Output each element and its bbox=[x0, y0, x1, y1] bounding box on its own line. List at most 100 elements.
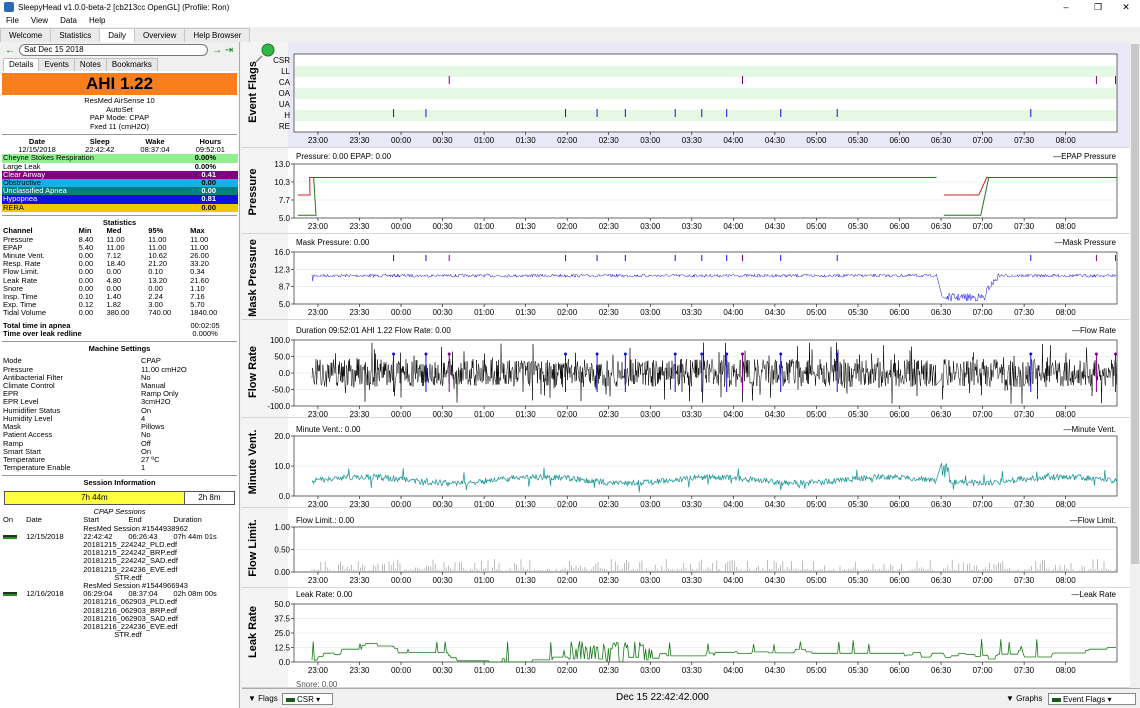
graph-plot-area[interactable] bbox=[293, 163, 1118, 219]
clear-airway-marker-dot bbox=[1114, 352, 1118, 356]
tab-statistics[interactable]: Statistics bbox=[50, 28, 101, 42]
time-tick-label: 06:30 bbox=[931, 308, 952, 317]
subtab-bookmarks[interactable]: Bookmarks bbox=[105, 58, 158, 71]
graphs-toggle[interactable]: ▼ Graphs bbox=[1006, 693, 1042, 705]
time-tick-label: 07:30 bbox=[1014, 576, 1035, 585]
csr-label: CSR bbox=[297, 695, 314, 704]
subtab-details[interactable]: Details bbox=[3, 58, 40, 71]
flag-row-label: LL bbox=[281, 67, 290, 76]
setting-value: 11.00 cmH2O bbox=[141, 364, 187, 374]
time-tick-label: 00:00 bbox=[391, 500, 412, 509]
hypopnea-marker-dot bbox=[725, 352, 729, 356]
time-tick-label: 02:00 bbox=[557, 136, 578, 145]
time-tick-label: 08:00 bbox=[1056, 576, 1077, 585]
event-flags-combo[interactable]: Event Flags ▾ bbox=[1048, 693, 1136, 705]
flags-toggle[interactable]: ▼ Flags bbox=[248, 693, 278, 705]
menu-view[interactable]: View bbox=[25, 16, 54, 25]
time-tick-label: 02:00 bbox=[557, 576, 578, 585]
date-picker[interactable]: Sat Dec 15 2018 bbox=[19, 44, 208, 56]
leak-value: 0.000% bbox=[192, 328, 218, 338]
close-button[interactable]: ✕ bbox=[1112, 0, 1140, 14]
y-tick-label: 0.50 bbox=[274, 546, 290, 555]
time-tick-label: 23:30 bbox=[349, 308, 370, 317]
graph-scrollbar-thumb[interactable] bbox=[1131, 44, 1139, 564]
flag-row-band bbox=[295, 110, 1116, 121]
y-tick-label: -50.0 bbox=[272, 386, 291, 395]
maximize-button[interactable]: ❐ bbox=[1084, 0, 1112, 14]
session-segment-2[interactable]: 2h 8m bbox=[184, 491, 234, 504]
title-bar: SleepyHead v1.0.0-beta-2 [cb213cc OpenGL… bbox=[0, 0, 1140, 14]
time-tick-label: 06:30 bbox=[931, 136, 952, 145]
time-tick-label: 07:00 bbox=[973, 576, 994, 585]
prev-day-arrow-icon[interactable]: ← bbox=[4, 45, 16, 56]
session-duration: 07h 44m 01s bbox=[173, 531, 217, 541]
csr-combo[interactable]: CSR ▾ bbox=[282, 693, 334, 705]
setting-name: Temperature Enable bbox=[3, 463, 71, 473]
hypopnea-marker-dot bbox=[564, 352, 568, 356]
time-tick-label: 05:30 bbox=[848, 576, 869, 585]
session-enabled-icon[interactable] bbox=[2, 590, 25, 598]
last-day-arrow-icon[interactable]: ⇥ bbox=[223, 45, 235, 56]
subtab-notes[interactable]: Notes bbox=[73, 58, 107, 71]
tab-welcome[interactable]: Welcome bbox=[0, 28, 52, 42]
graph-panel: Event Flags CSR LL CA OA UA H RE 23:00 23:30 00:00… bbox=[242, 42, 1140, 688]
setting-value: On bbox=[141, 405, 152, 415]
time-tick-label: 04:30 bbox=[765, 308, 786, 317]
time-tick-label: 08:00 bbox=[1056, 500, 1077, 509]
time-tick-label: 06:30 bbox=[931, 222, 952, 231]
graph-title: Pressure bbox=[247, 168, 259, 215]
event-value: 0.00% bbox=[194, 161, 216, 171]
session-duration: 02h 08m 00s bbox=[173, 589, 217, 599]
graphs-canvas[interactable]: Event Flags CSR LL CA OA UA H RE 23:00 23:30 00:00… bbox=[242, 42, 1140, 688]
event-flags-label: Event Flags bbox=[1063, 695, 1106, 704]
flag-row-band bbox=[295, 88, 1116, 99]
time-tick-label: 05:00 bbox=[806, 308, 827, 317]
time-tick-label: 05:00 bbox=[806, 576, 827, 585]
time-tick-label: 23:30 bbox=[349, 410, 370, 419]
time-tick-label: 01:00 bbox=[474, 308, 495, 317]
menu-file[interactable]: File bbox=[0, 16, 25, 25]
time-tick-label: 01:00 bbox=[474, 136, 495, 145]
time-tick-label: 05:30 bbox=[848, 500, 869, 509]
graph-plot-area[interactable] bbox=[293, 251, 1118, 305]
time-tick-label: 04:30 bbox=[765, 222, 786, 231]
time-tick-label: 00:00 bbox=[391, 576, 412, 585]
time-tick-label: 01:30 bbox=[516, 308, 537, 317]
time-tick-label: 03:00 bbox=[640, 222, 661, 231]
machine-info: ResMed AirSense 10 AutoSet PAP Mode: CPA… bbox=[0, 96, 239, 131]
graph-title: Event Flags bbox=[247, 61, 259, 123]
time-tick-label: 04:00 bbox=[723, 576, 744, 585]
event-index-table: Cheyne Stokes Respiration 0.00% Large Leak… bbox=[2, 154, 238, 212]
menu-help[interactable]: Help bbox=[83, 16, 111, 25]
next-day-arrow-icon[interactable]: → bbox=[211, 45, 223, 56]
setting-value: 3cmH2O bbox=[141, 397, 171, 407]
graph-legend: —Leak Rate bbox=[1072, 590, 1117, 599]
tab-help-browser[interactable]: Help Browser bbox=[184, 28, 251, 42]
y-tick-label: 1.00 bbox=[274, 523, 290, 532]
session-enabled-icon[interactable] bbox=[2, 533, 25, 541]
menu-data[interactable]: Data bbox=[54, 16, 83, 25]
cpap-sessions-table: On Date Start End Duration ResMed Session #15… bbox=[2, 516, 238, 639]
main-tabs: Welcome Statistics Daily Overview Help B… bbox=[0, 28, 251, 43]
time-tick-label: 05:00 bbox=[806, 666, 827, 675]
minimize-button[interactable]: – bbox=[1052, 0, 1080, 14]
time-tick-label: 06:00 bbox=[889, 410, 910, 419]
time-tick-label: 23:00 bbox=[308, 410, 329, 419]
session-segment-1[interactable]: 7h 44m bbox=[5, 491, 185, 504]
statistics-cell: 380.00 bbox=[106, 308, 130, 318]
time-tick-label: 05:00 bbox=[806, 500, 827, 509]
tab-overview[interactable]: Overview bbox=[134, 28, 186, 42]
time-tick-label: 06:00 bbox=[889, 222, 910, 231]
time-tick-label: 07:00 bbox=[973, 136, 994, 145]
time-tick-label: 02:30 bbox=[599, 410, 620, 419]
hypopnea-marker-dot bbox=[424, 352, 428, 356]
subtab-events[interactable]: Events bbox=[38, 58, 75, 71]
session-file-row: STR.edf bbox=[2, 630, 238, 639]
pin-icon[interactable] bbox=[261, 43, 275, 57]
tab-daily[interactable]: Daily bbox=[99, 28, 135, 43]
divider bbox=[2, 340, 237, 342]
graph-legend: —Minute Vent. bbox=[1064, 425, 1116, 434]
time-tick-label: 01:00 bbox=[474, 576, 495, 585]
setting-value: 1 bbox=[141, 463, 146, 473]
time-tick-label: 23:30 bbox=[349, 666, 370, 675]
